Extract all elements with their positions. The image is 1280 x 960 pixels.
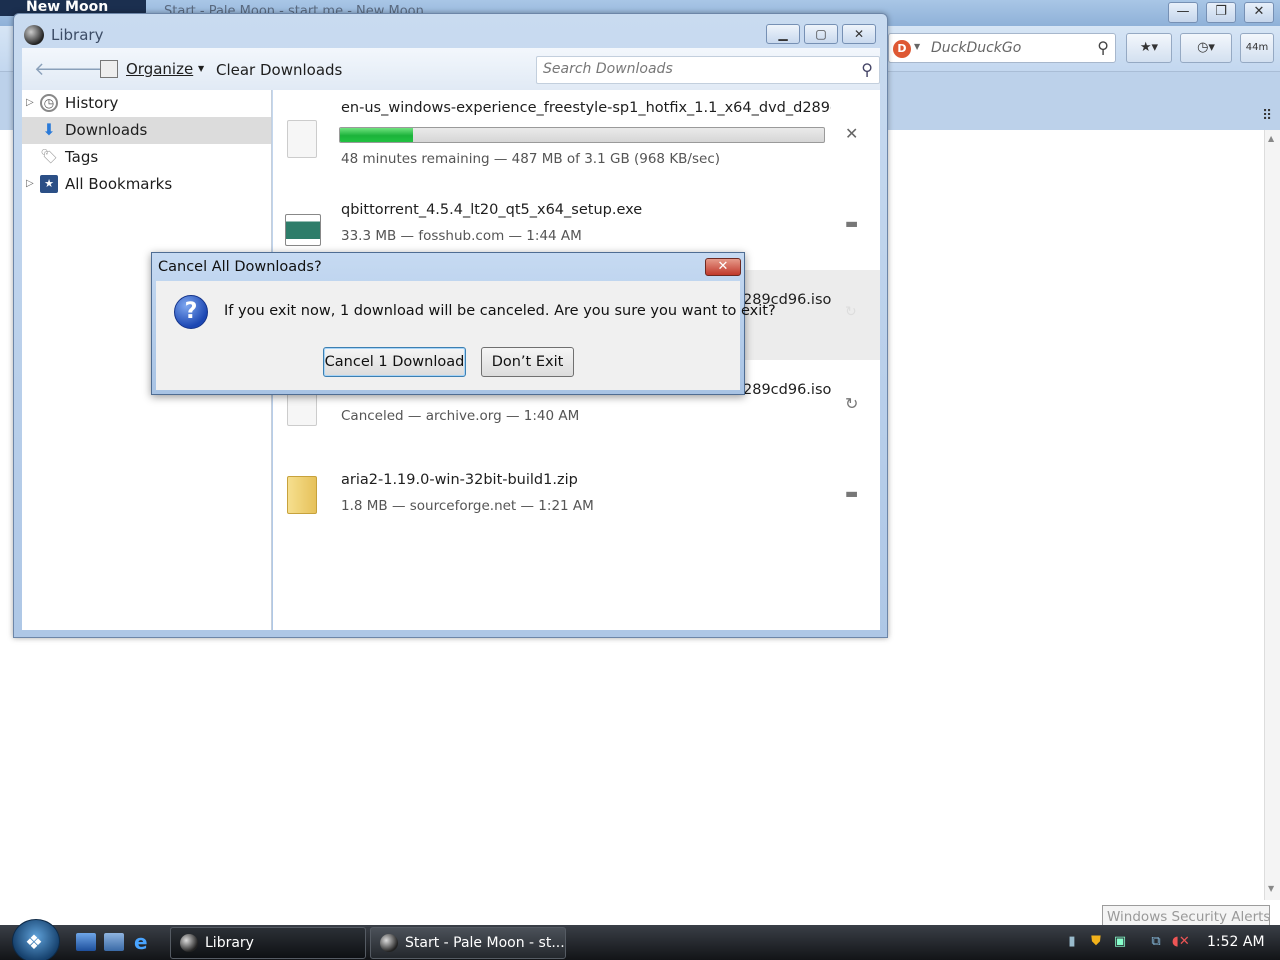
internet-explorer-icon[interactable]: e (134, 932, 154, 952)
sidebar-item-label: History (65, 94, 119, 112)
pale-moon-logo-icon (380, 934, 398, 952)
library-close-icon[interactable]: ✕ (842, 24, 876, 44)
duckduckgo-icon[interactable]: D (893, 40, 911, 58)
sidebar-item-label: All Bookmarks (65, 175, 173, 193)
bookmark-star-icon: ★ (40, 175, 58, 193)
taskbar-button-label: Library (205, 935, 254, 951)
chevron-down-icon[interactable]: ▼ (198, 64, 204, 73)
bookmark-star-icon: ★▾ (1139, 40, 1159, 55)
scroll-down-icon[interactable]: ▼ (1268, 884, 1274, 893)
browser-search-placeholder: DuckDuckGo (931, 40, 1022, 56)
cancel-download-icon[interactable]: ✕ (845, 124, 858, 143)
sidebar-item-all-bookmarks[interactable]: ▷ ★ All Bookmarks (22, 171, 271, 198)
clock-icon: ◷▾ (1197, 40, 1215, 55)
download-item[interactable]: aria2-1.19.0-win-32bit-build1.zip 1.8 MB… (273, 452, 880, 542)
library-title: Library (51, 26, 104, 44)
expand-twisty-icon[interactable]: ▷ (26, 97, 34, 108)
download-arrow-icon: ⬇ (42, 120, 56, 139)
volume-muted-icon[interactable]: ◖✕ (1172, 933, 1190, 951)
taskbar-button-pale-moon[interactable]: Start - Pale Moon - st... (370, 927, 566, 959)
timer-label: 44m (1245, 42, 1269, 53)
show-desktop-icon[interactable] (76, 933, 96, 951)
network-icon[interactable]: ⧉ (1148, 933, 1164, 951)
open-folder-icon[interactable]: ▬ (845, 216, 858, 232)
browser-scrollbar[interactable]: ▲ ▼ (1264, 130, 1280, 900)
network-monitor-icon[interactable]: ▣ (1112, 933, 1128, 951)
scroll-up-icon[interactable]: ▲ (1268, 134, 1274, 143)
question-icon: ? (174, 295, 208, 329)
clear-downloads-button[interactable]: Clear Downloads (216, 61, 342, 79)
sidebar-item-downloads[interactable]: ⬇ Downloads (22, 117, 271, 144)
history-button[interactable]: ◷▾ (1180, 33, 1232, 63)
download-filename: aria2-1.19.0-win-32bit-build1.zip (341, 472, 578, 488)
download-item[interactable]: en-us_windows-experience_freestyle-sp1_h… (273, 90, 880, 180)
cancel-all-downloads-dialog: Cancel All Downloads? ✕ ? If you exit no… (151, 252, 776, 395)
download-filename: 289cd96.iso (743, 382, 832, 398)
clock-icon: ◷ (40, 94, 58, 112)
download-progress-fill (340, 128, 413, 142)
taskbar-button-label: Start - Pale Moon - st... (405, 935, 565, 951)
dont-exit-button[interactable]: Don’t Exit (481, 347, 574, 377)
cancel-download-button[interactable]: Cancel 1 Download (323, 347, 466, 377)
library-minimize-icon[interactable]: ▁ (766, 24, 800, 44)
library-toolbar: 🡐 🡒 Organize ▼ Clear Downloads ⚲ (22, 48, 880, 90)
taskbar-button-library[interactable]: Library (170, 927, 366, 959)
dialog-body: ? If you exit now, 1 download will be ca… (156, 281, 776, 390)
dialog-close-icon[interactable]: ✕ (705, 258, 741, 276)
tab-list-icon[interactable]: ⠿ (1262, 108, 1272, 124)
download-status: 1.8 MB — sourceforge.net — 1:21 AM (341, 498, 594, 514)
library-maximize-icon[interactable]: ▢ (804, 24, 838, 44)
security-shield-icon[interactable]: ⛊ (1088, 933, 1104, 951)
taskbar: ❖ e Library Start - Pale Moon - st... ▮ … (0, 919, 1280, 960)
zip-file-icon (287, 476, 317, 514)
dialog-message: If you exit now, 1 download will be canc… (224, 303, 776, 319)
file-icon (287, 120, 317, 158)
open-folder-icon[interactable]: ▬ (845, 486, 858, 502)
organize-button[interactable]: Organize (126, 60, 193, 78)
pale-moon-logo-icon (180, 934, 198, 952)
timer-button[interactable]: 44m (1240, 33, 1274, 63)
organize-icon[interactable] (100, 60, 118, 78)
tray-storage-icon[interactable]: ▮ (1064, 933, 1080, 951)
search-downloads-input[interactable] (543, 61, 843, 77)
tag-icon: 🏷 (40, 149, 58, 165)
close-icon[interactable]: ✕ (1244, 2, 1274, 23)
sidebar-item-label: Tags (65, 148, 99, 166)
retry-icon[interactable]: ↻ (845, 304, 857, 320)
taskbar-clock[interactable]: 1:52 AM (1207, 934, 1265, 950)
download-progress-bar (339, 127, 825, 143)
search-icon[interactable]: ⚲ (861, 60, 873, 79)
pale-moon-logo-icon (24, 25, 44, 45)
chevron-down-icon[interactable]: ▼ (914, 42, 920, 51)
sidebar-item-tags[interactable]: 🏷 Tags (22, 144, 271, 171)
retry-icon[interactable]: ↻ (845, 394, 858, 413)
download-status: Canceled — archive.org — 1:40 AM (341, 408, 580, 424)
download-status: 48 minutes remaining — 487 MB of 3.1 GB … (341, 151, 721, 167)
search-icon[interactable]: ⚲ (1097, 38, 1109, 57)
search-downloads-field[interactable]: ⚲ (536, 56, 880, 84)
sidebar-item-label: Downloads (65, 121, 148, 139)
dialog-title: Cancel All Downloads? (158, 259, 322, 275)
restore-icon[interactable]: ❐ (1206, 2, 1236, 23)
browser-search-box[interactable]: D ▼ DuckDuckGo ⚲ (888, 33, 1116, 63)
start-button[interactable]: ❖ (12, 919, 60, 960)
minimize-icon[interactable]: — (1168, 2, 1198, 23)
download-filename: en-us_windows-experience_freestyle-sp1_h… (341, 100, 831, 116)
download-filename: qbittorrent_4.5.4_lt20_qt5_x64_setup.exe (341, 202, 643, 218)
installer-file-icon (285, 214, 321, 246)
sidebar-item-history[interactable]: ▷ ◷ History (22, 90, 271, 117)
switch-windows-icon[interactable] (104, 933, 124, 951)
bookmarks-button[interactable]: ★▾ (1126, 33, 1172, 63)
expand-twisty-icon[interactable]: ▷ (26, 178, 34, 189)
windows-logo-icon: ❖ (25, 930, 43, 954)
download-status: 33.3 MB — fosshub.com — 1:44 AM (341, 228, 582, 244)
